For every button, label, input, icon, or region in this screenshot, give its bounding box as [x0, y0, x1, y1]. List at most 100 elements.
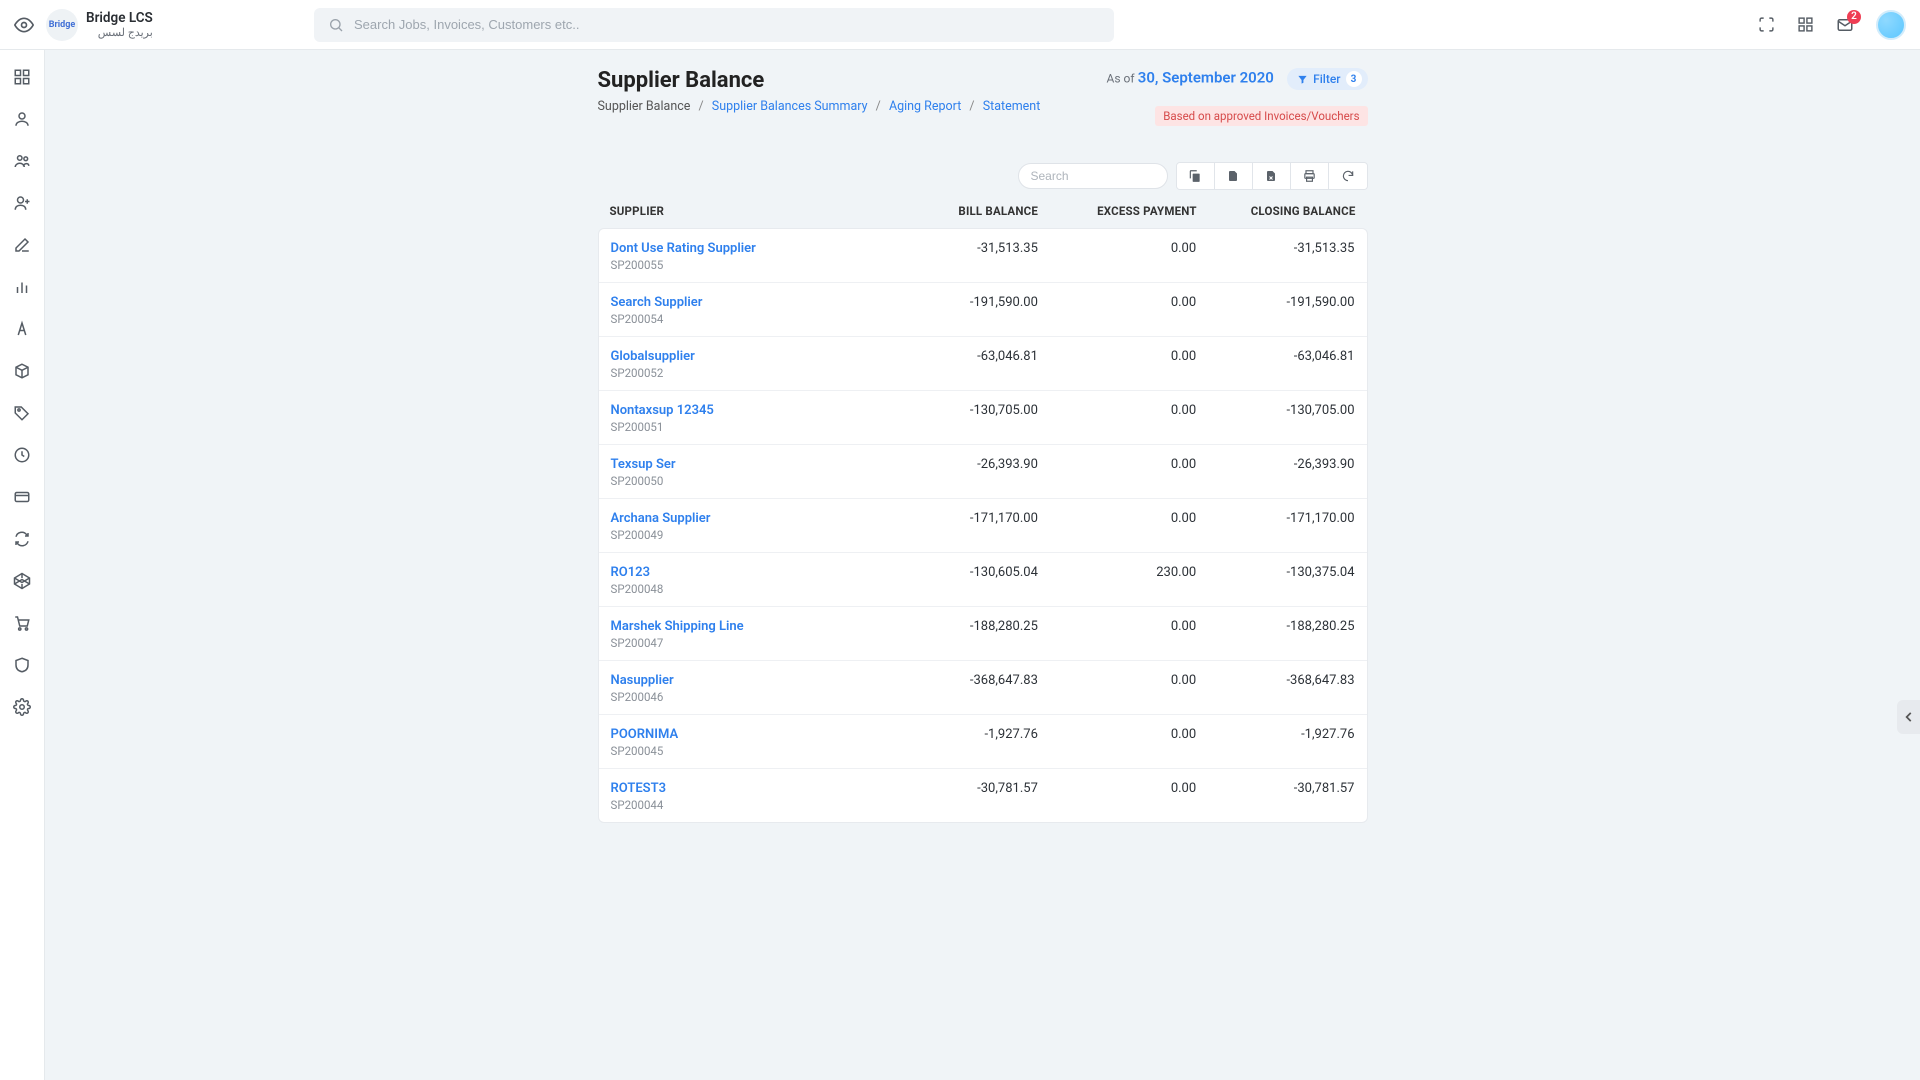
font-icon[interactable]: [13, 320, 31, 338]
supplier-link[interactable]: RO123: [611, 565, 880, 580]
global-search-input[interactable]: [354, 17, 1100, 32]
closing-balance: -130,705.00: [1196, 403, 1354, 418]
supplier-link[interactable]: POORNIMA: [611, 727, 880, 742]
bill-balance: -191,590.00: [880, 295, 1038, 310]
refresh-button[interactable]: [1329, 163, 1367, 189]
edit-icon[interactable]: [13, 236, 31, 254]
supplier-code: SP200050: [611, 474, 880, 488]
brand-logo: Bridge: [46, 9, 78, 41]
closing-balance: -1,927.76: [1196, 727, 1354, 742]
supplier-link[interactable]: Marshek Shipping Line: [611, 619, 880, 634]
th-closing[interactable]: CLOSING BALANCE: [1197, 204, 1356, 218]
bill-balance: -368,647.83: [880, 673, 1038, 688]
breadcrumb-link-aging[interactable]: Aging Report: [889, 99, 961, 114]
bill-balance: -1,927.76: [880, 727, 1038, 742]
bill-balance: -171,170.00: [880, 511, 1038, 526]
table-row: Texsup SerSP200050-26,393.900.00-26,393.…: [599, 445, 1367, 499]
bill-balance: -63,046.81: [880, 349, 1038, 364]
card-icon[interactable]: [13, 488, 31, 506]
excess-payment: 0.00: [1038, 727, 1196, 742]
supplier-code: SP200055: [611, 258, 880, 272]
table-row: GlobalsupplierSP200052-63,046.810.00-63,…: [599, 337, 1367, 391]
supplier-link[interactable]: Nontaxsup 12345: [611, 403, 880, 418]
th-bill[interactable]: BILL BALANCE: [879, 204, 1038, 218]
supplier-link[interactable]: Dont Use Rating Supplier: [611, 241, 880, 256]
bill-balance: -30,781.57: [880, 781, 1038, 796]
dashboard-icon[interactable]: [13, 68, 31, 86]
supplier-code: SP200054: [611, 312, 880, 326]
filter-button[interactable]: Filter 3: [1287, 68, 1367, 90]
user-plus-icon[interactable]: [13, 194, 31, 212]
fullscreen-icon[interactable]: [1758, 16, 1775, 33]
th-supplier[interactable]: SUPPLIER: [610, 204, 880, 218]
copy-button[interactable]: [1177, 163, 1215, 189]
users-icon[interactable]: [13, 152, 31, 170]
breadcrumb-link-summary[interactable]: Supplier Balances Summary: [712, 99, 868, 114]
export-toolbar: [1176, 162, 1368, 190]
supplier-link[interactable]: Globalsupplier: [611, 349, 880, 364]
table-row: Dont Use Rating Supplier SP200055-31,513.…: [599, 229, 1367, 283]
filter-label: Filter: [1313, 72, 1340, 86]
cart-icon[interactable]: [13, 614, 31, 632]
bill-balance: -130,605.04: [880, 565, 1038, 580]
th-excess[interactable]: EXCESS PAYMENT: [1038, 204, 1197, 218]
clock-icon[interactable]: [13, 446, 31, 464]
topbar: Bridge Bridge LCS بريدج لسس 2: [0, 0, 1920, 50]
excess-payment: 230.00: [1038, 565, 1196, 580]
bill-balance: -188,280.25: [880, 619, 1038, 634]
shield-icon[interactable]: [13, 656, 31, 674]
breadcrumb-link-statement[interactable]: Statement: [983, 99, 1041, 114]
chart-icon[interactable]: [13, 278, 31, 296]
supplier-link[interactable]: Texsup Ser: [611, 457, 880, 472]
breadcrumb-current: Supplier Balance: [598, 99, 691, 114]
sync-icon[interactable]: [13, 530, 31, 548]
supplier-link[interactable]: ROTEST3: [611, 781, 880, 796]
excess-payment: 0.00: [1038, 349, 1196, 364]
supplier-code: SP200045: [611, 744, 880, 758]
excess-payment: 0.00: [1038, 241, 1196, 256]
excess-payment: 0.00: [1038, 619, 1196, 634]
print-button[interactable]: [1291, 163, 1329, 189]
brand[interactable]: Bridge Bridge LCS بريدج لسس: [46, 9, 153, 41]
table-header: SUPPLIER BILL BALANCE EXCESS PAYMENT CLO…: [598, 190, 1368, 228]
bill-balance: -31,513.35: [880, 241, 1038, 256]
search-icon: [328, 17, 344, 33]
supplier-link[interactable]: Search Supplier: [611, 295, 880, 310]
export-excel-button[interactable]: [1253, 163, 1291, 189]
box-icon[interactable]: [13, 362, 31, 380]
sidebar: [0, 50, 45, 1080]
table-row: Marshek Shipping LineSP200047-188,280.25…: [599, 607, 1367, 661]
global-search[interactable]: [314, 8, 1114, 42]
asof-date[interactable]: 30, September 2020: [1138, 68, 1274, 86]
supplier-link[interactable]: Nasupplier: [611, 673, 880, 688]
table-row: POORNIMASP200045-1,927.760.00-1,927.76: [599, 715, 1367, 769]
supplier-link[interactable]: Archana Supplier: [611, 511, 880, 526]
export-csv-button[interactable]: [1215, 163, 1253, 189]
closing-balance: -191,590.00: [1196, 295, 1354, 310]
avatar[interactable]: [1876, 10, 1906, 40]
excess-payment: 0.00: [1038, 403, 1196, 418]
apps-grid-icon[interactable]: [1797, 16, 1814, 33]
closing-balance: -130,375.04: [1196, 565, 1354, 580]
user-icon[interactable]: [13, 110, 31, 128]
supplier-code: SP200052: [611, 366, 880, 380]
excess-payment: 0.00: [1038, 457, 1196, 472]
gear-icon[interactable]: [13, 698, 31, 716]
excess-payment: 0.00: [1038, 673, 1196, 688]
table-body: Dont Use Rating Supplier SP200055-31,513.…: [598, 228, 1368, 823]
codepen-icon[interactable]: [13, 572, 31, 590]
tag-icon[interactable]: [13, 404, 31, 422]
supplier-code: SP200046: [611, 690, 880, 704]
table-search-input[interactable]: [1018, 163, 1168, 189]
table-row: Nontaxsup 12345SP200051-130,705.000.00-1…: [599, 391, 1367, 445]
visibility-icon[interactable]: [14, 15, 34, 35]
page-title: Supplier Balance: [598, 68, 1041, 93]
excess-payment: 0.00: [1038, 781, 1196, 796]
brand-sub: بريدج لسس: [86, 26, 153, 39]
collapse-panel-tab[interactable]: [1897, 700, 1920, 734]
asof-label: As of: [1107, 71, 1135, 85]
table-row: Archana SupplierSP200049-171,170.000.00-…: [599, 499, 1367, 553]
breadcrumb: Supplier Balance / Supplier Balances Sum…: [598, 99, 1041, 114]
mail-icon[interactable]: 2: [1836, 16, 1854, 34]
filter-count: 3: [1346, 71, 1362, 87]
